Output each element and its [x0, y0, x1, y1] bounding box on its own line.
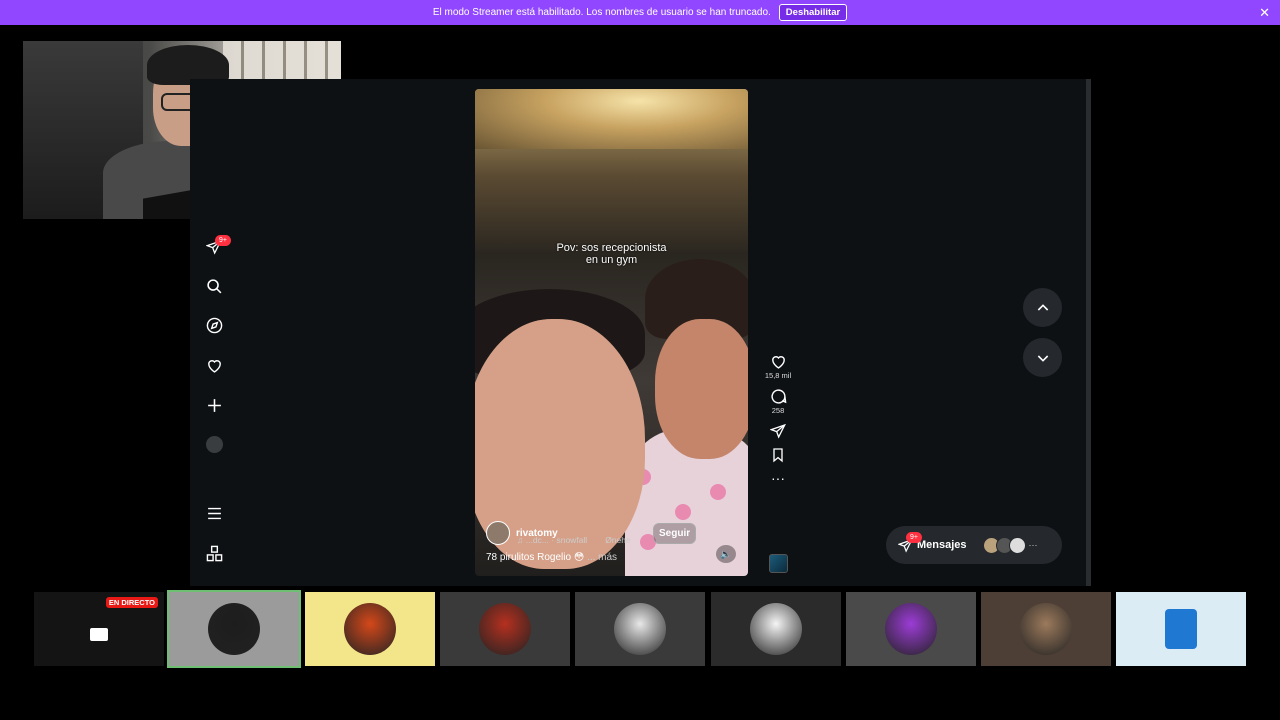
description-text: 78 pirulitos Rogelio 😳: [486, 552, 585, 563]
music-extra: Ønehe: [605, 535, 631, 545]
compass-icon: [206, 317, 222, 333]
messages-button[interactable]: 9+ Mensajes ···: [886, 526, 1062, 564]
reel-actions: 15,8 mil 258 ···: [762, 353, 794, 493]
stream-tile[interactable]: EN DIRECTO: [34, 592, 164, 666]
stream-tile[interactable]: [981, 592, 1111, 666]
sidebar-item-profile[interactable]: [201, 431, 227, 457]
avatar-icon: [205, 435, 223, 453]
like-button[interactable]: 15,8 mil: [762, 353, 794, 380]
monitor-icon: [90, 627, 108, 641]
avatar: [1020, 603, 1072, 655]
document-audio-icon: [1165, 609, 1197, 649]
messages-label: Mensajes: [917, 539, 967, 551]
avatar: [208, 603, 260, 655]
reel-description: 78 pirulitos Rogelio 😳 ... más: [486, 552, 617, 563]
avatar[interactable]: [486, 521, 510, 545]
close-icon[interactable]: ✕: [1259, 5, 1270, 21]
next-reel-button[interactable]: [1023, 338, 1062, 377]
share-button[interactable]: [762, 423, 794, 439]
notification-badge: 9+: [215, 235, 231, 246]
streamer-mode-banner: El modo Streamer está habilitado. Los no…: [0, 0, 1280, 25]
comment-icon: [770, 389, 786, 404]
sidebar-item-create[interactable]: [201, 392, 227, 418]
stream-tile[interactable]: [167, 590, 301, 668]
heart-icon: [771, 356, 785, 369]
avatar: [614, 603, 666, 655]
sidebar-item-apps[interactable]: [201, 540, 227, 566]
stream-tile[interactable]: [846, 592, 976, 666]
comment-count: 258: [771, 406, 785, 415]
menu-icon: [207, 507, 221, 519]
apps-icon: [206, 545, 222, 561]
bookmark-icon: [773, 448, 783, 463]
like-count: 15,8 mil: [764, 371, 792, 380]
search-icon: [206, 278, 221, 293]
page-scrollbar[interactable]: [1086, 79, 1091, 586]
caption-line: Pov: sos recepcionista: [556, 242, 667, 254]
sidebar-item-notifications[interactable]: [201, 352, 227, 378]
recent-chats-avatars: [982, 536, 1026, 554]
follow-button[interactable]: Seguir: [653, 523, 697, 544]
caption-line: en un gym: [585, 254, 638, 266]
reel-caption-overlay: Pov: sos recepcionista en un gym: [475, 242, 748, 266]
audio-thumbnail[interactable]: [769, 554, 788, 573]
live-badge: EN DIRECTO: [105, 597, 158, 608]
more-link[interactable]: ... más: [587, 552, 617, 563]
reel-video[interactable]: [475, 89, 748, 576]
music-track: snowfall: [556, 535, 588, 545]
music-icon: ♫ ...dc... · snowfall: [517, 535, 588, 545]
sidebar-item-more[interactable]: [201, 500, 227, 526]
more-avatars: ···: [1028, 540, 1038, 550]
avatar: [750, 603, 802, 655]
banner-message: El modo Streamer está habilitado. Los no…: [432, 7, 771, 18]
avatar: [885, 603, 937, 655]
stream-tile[interactable]: [1116, 592, 1246, 666]
plus-icon: [207, 398, 221, 412]
more-options-button[interactable]: ···: [762, 471, 794, 485]
paper-plane-icon: [770, 423, 786, 439]
messages-icon-wrap: 9+: [898, 531, 922, 553]
sidebar-item-explore[interactable]: [201, 312, 227, 338]
mute-button[interactable]: 🔈: [716, 545, 736, 563]
chevron-up-icon: [1037, 303, 1048, 311]
sidebar-item-search[interactable]: [201, 273, 227, 299]
previous-reel-button[interactable]: [1023, 288, 1062, 327]
stream-tile[interactable]: [575, 592, 705, 666]
stream-tile[interactable]: [440, 592, 570, 666]
avatar: [1008, 536, 1026, 554]
avatar: [344, 603, 396, 655]
stream-tile[interactable]: [711, 592, 841, 666]
disable-streamer-mode-button[interactable]: Deshabilitar: [778, 4, 848, 21]
music-artist: ...dc...: [525, 535, 549, 545]
avatar: [479, 603, 531, 655]
save-button[interactable]: [762, 447, 794, 463]
heart-icon: [207, 359, 221, 373]
sidebar: 9+: [190, 220, 238, 586]
chevron-down-icon: [1037, 354, 1048, 362]
messages-badge: 9+: [906, 531, 922, 543]
ellipsis-icon: ···: [771, 470, 785, 486]
speaker-icon: 🔈: [720, 548, 732, 559]
stream-tile[interactable]: [305, 592, 435, 666]
sidebar-item-direct[interactable]: 9+: [201, 234, 231, 260]
comment-button[interactable]: 258: [762, 388, 794, 415]
reel-music[interactable]: ♫ ...dc... · snowfall Ønehe: [517, 535, 631, 545]
